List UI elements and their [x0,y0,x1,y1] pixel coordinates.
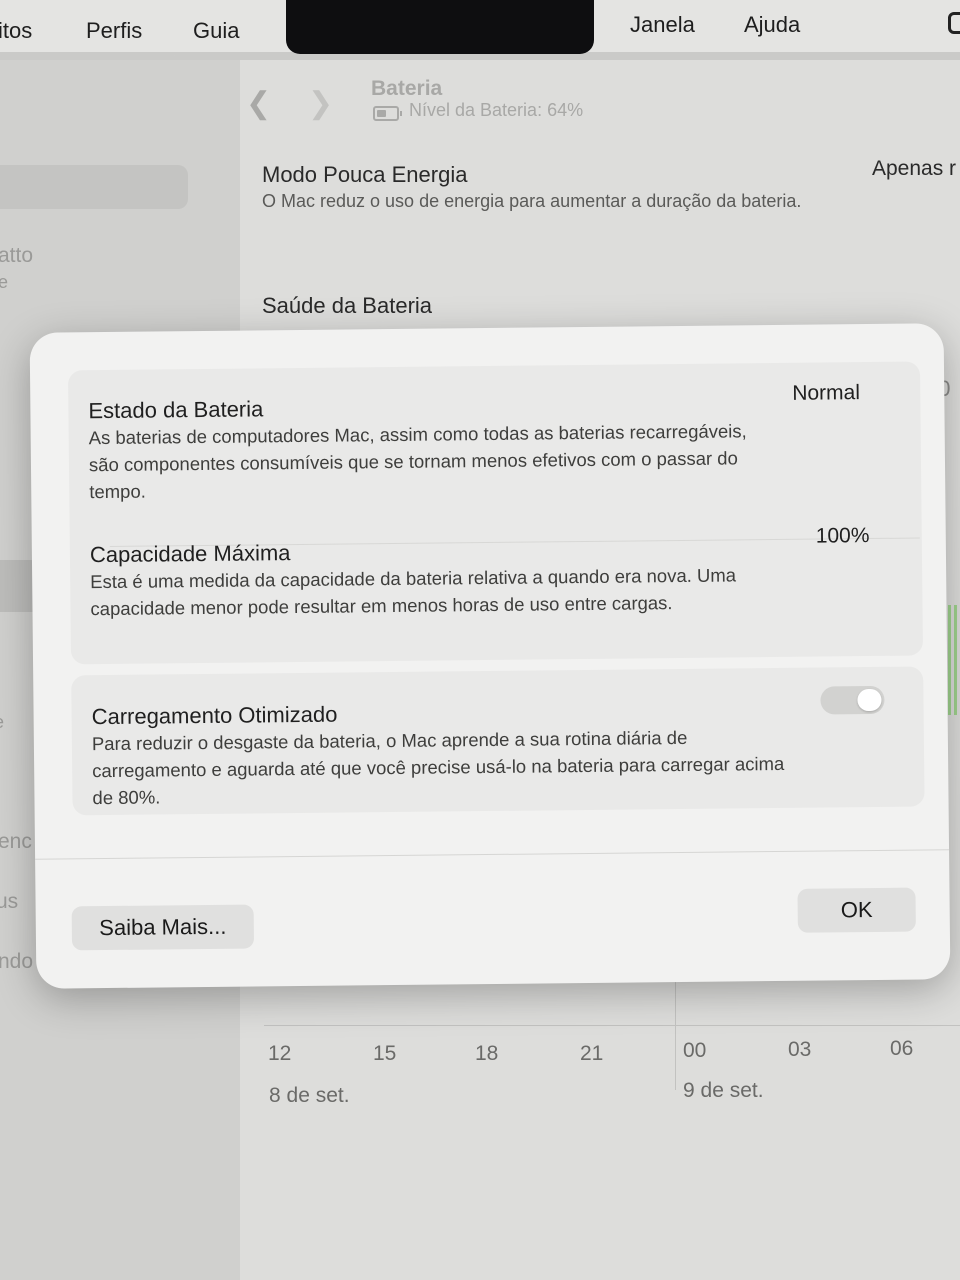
back-chevron-icon[interactable]: ❮ [246,86,271,121]
sidebar-item-fragment[interactable]: e [0,712,4,733]
battery-state-title: Estado da Bateria [88,396,264,424]
sidebar-item-fragment[interactable]: ndo [0,950,33,974]
forward-chevron-icon[interactable]: ❯ [308,86,333,121]
chart-tick-label: 12 [268,1042,292,1065]
battery-level-label: Nível da Bateria: 64% [409,100,584,120]
battery-health-title: Saúde da Bateria [262,293,433,318]
chart-tick-label: 15 [373,1042,397,1065]
menu-bar: itos Perfis Guia Janela Ajuda [0,0,960,54]
max-capacity-description: Esta é uma medida da capacidade da bater… [90,564,737,620]
chart-date-label: 9 de set. [683,1079,764,1102]
chart-tick-label: 06 [890,1037,914,1060]
toggle-knob [857,688,882,712]
sidebar-search-field[interactable] [0,165,188,209]
chart-date-label: 8 de set. [269,1084,350,1107]
menu-item-favoritos[interactable]: itos [0,18,32,44]
menu-item-guia[interactable]: Guia [193,18,239,44]
optimized-charging-toggle[interactable] [820,685,885,715]
chart-tick-label: 21 [580,1042,604,1065]
ok-button[interactable]: OK [797,887,916,933]
sidebar-item-fragment[interactable]: us [0,890,18,914]
sidebar-item-fragment[interactable]: enc [0,830,32,854]
learn-more-button[interactable]: Saiba Mais... [71,904,255,951]
optimized-charging-title: Carregamento Otimizado [91,701,338,730]
low-power-title: Modo Pouca Energia [262,162,468,187]
menu-item-ajuda[interactable]: Ajuda [744,12,800,38]
optimized-charging-description: Para reduzir o desgaste da bateria, o Ma… [91,726,785,809]
max-capacity-title: Capacidade Máxima [89,540,291,568]
camera-notch [286,0,594,54]
battery-health-dialog: Estado da Bateria Normal As baterias de … [29,323,951,989]
low-power-popup[interactable]: Apenas r [872,157,956,181]
sidebar-account-name: atto [0,244,34,267]
menu-item-perfis[interactable]: Perfis [86,18,142,44]
menu-item-janela[interactable]: Janela [630,12,695,38]
battery-state-description: As baterias de computadores Mac, assim c… [88,420,747,503]
chart-gridline [264,1025,960,1026]
dialog-footer-divider [35,849,950,860]
chart-tick-label: 03 [788,1038,812,1061]
sidebar-account-subtitle: e [0,272,9,292]
chart-tick-label: 18 [475,1042,499,1065]
max-capacity-value: 100% [815,524,870,548]
page-title: Bateria [371,77,443,100]
battery-state-value: Normal [792,381,861,405]
chart-tick-label: 00 [683,1039,707,1062]
battery-icon [373,106,402,121]
low-power-description: O Mac reduz o uso de energia para aument… [262,191,802,211]
sidebar-selected-item[interactable] [0,560,36,612]
screenshot-icon[interactable] [948,12,960,34]
